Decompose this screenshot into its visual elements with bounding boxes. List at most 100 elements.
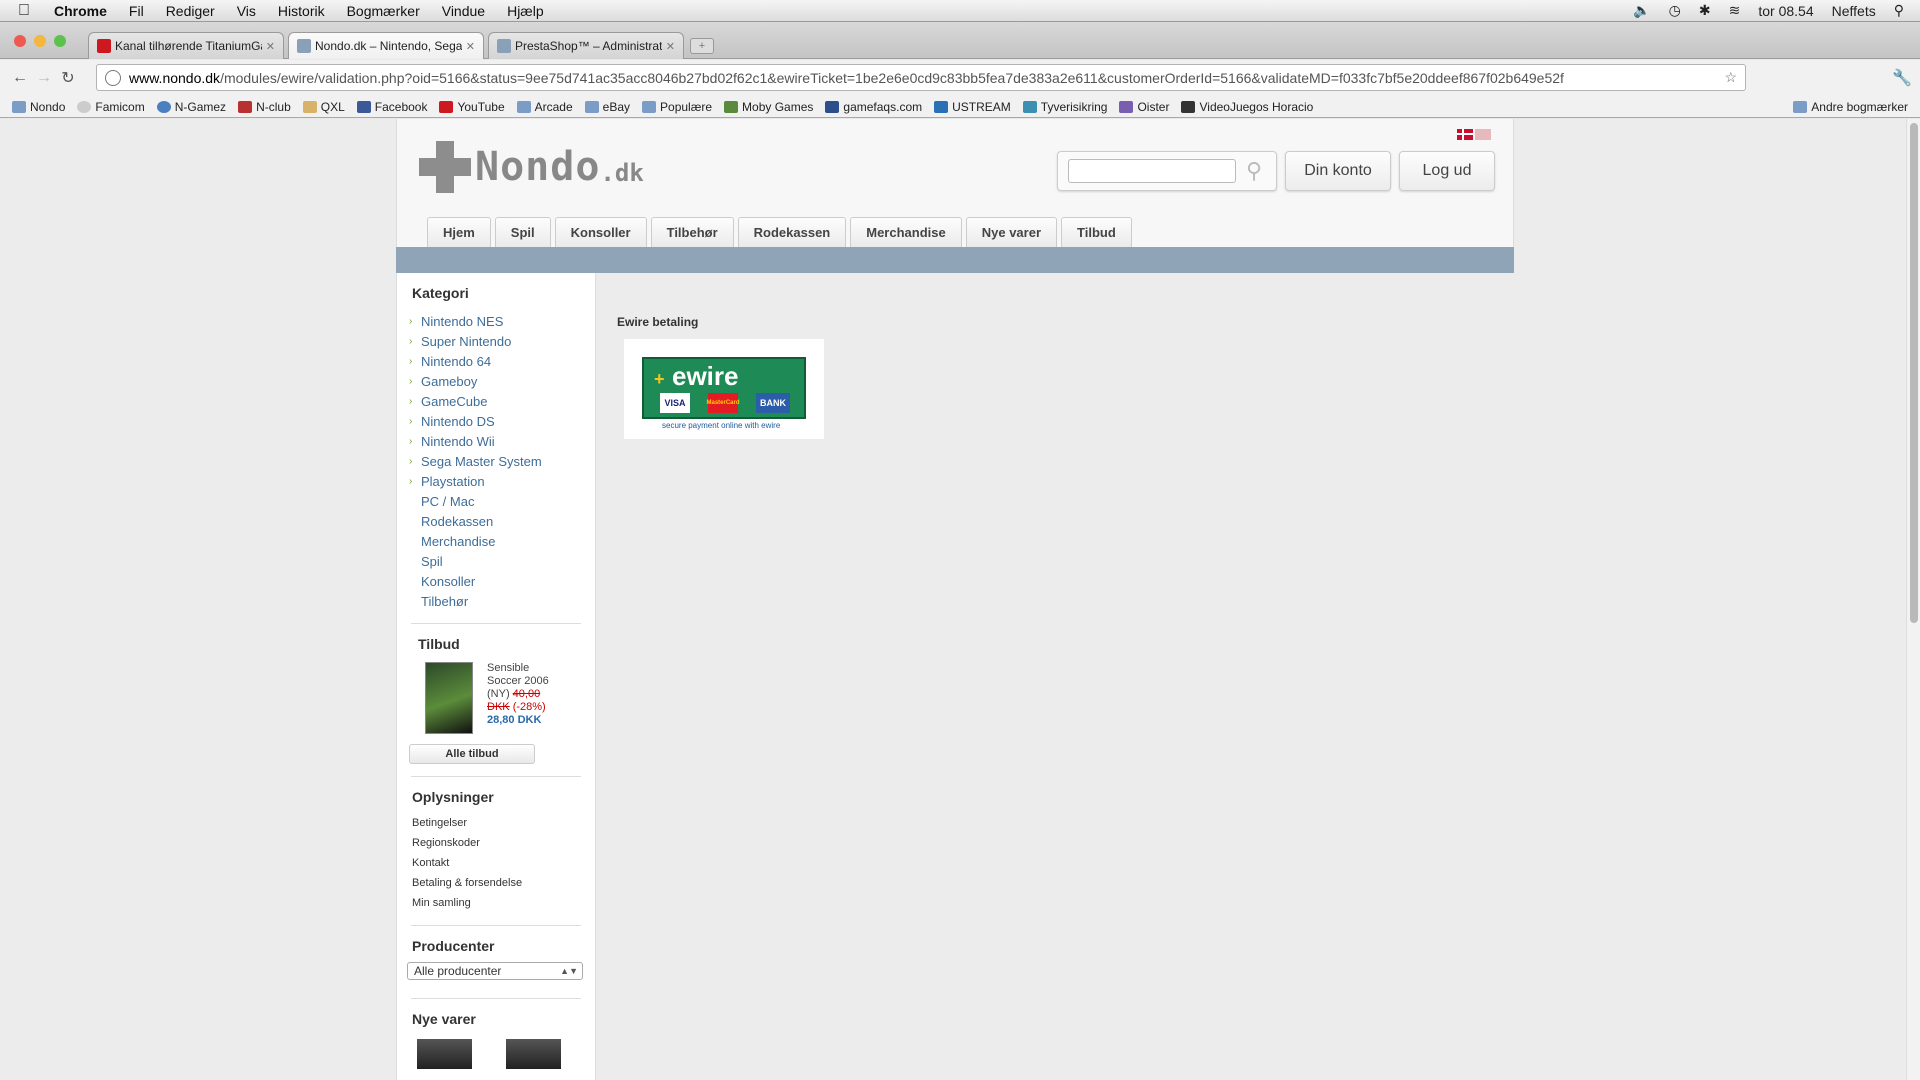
forward-arrow-icon[interactable]: → [32,69,56,87]
nav-rodekassen[interactable]: Rodekassen [737,217,847,247]
ewire-payment-banner[interactable]: + ewire VISA MasterCard BANK secure paym… [624,339,824,439]
menu-vindue[interactable]: Vindue [442,3,485,19]
time-machine-icon[interactable]: ◷ [1669,2,1681,19]
site-logo[interactable]: Nondo .dk [419,141,644,193]
danish-flag-icon[interactable] [1457,129,1473,140]
bookmark-label: Tyverisikring [1040,99,1108,114]
menu-chrome[interactable]: Chrome [54,3,107,19]
bookmark-facebook[interactable]: Facebook [356,100,427,114]
info-link-kontakt[interactable]: Kontakt [412,853,595,873]
wrench-icon[interactable]: 🔧 [1892,68,1912,88]
nav-merchandise[interactable]: Merchandise [850,217,962,247]
category-item[interactable]: › Gameboy [409,371,595,391]
bookmark-n-club[interactable]: N-club [238,100,291,114]
zoom-window-icon[interactable] [54,35,66,47]
nav-konsoller[interactable]: Konsoller [554,217,647,247]
all-offers-button[interactable]: Alle tilbud [409,744,535,764]
tab-prestashop[interactable]: PrestaShop™ – Administratio ✕ [488,32,684,59]
bookmark-label: QXL [320,99,345,114]
category-item[interactable]: Merchandise [409,531,595,551]
bookmark-tyverisikring[interactable]: Tyverisikring [1022,99,1108,114]
tab-close-icon[interactable]: ✕ [666,40,675,53]
category-item[interactable]: Spil [409,551,595,571]
bank-logo: BANK [756,393,790,413]
menu-bogmaerker[interactable]: Bogmærker [347,3,420,19]
scrollbar-thumb[interactable] [1910,123,1918,623]
bookmark-n-gamez[interactable]: N-Gamez [156,100,226,114]
menu-rediger[interactable]: Rediger [166,3,215,19]
info-link-betingelser[interactable]: Betingelser [412,813,595,833]
bookmark-ustream[interactable]: USTREAM [934,100,1011,114]
tab-close-icon[interactable]: ✕ [266,40,275,53]
minimize-window-icon[interactable] [34,35,46,47]
bookmark-oister[interactable]: Oister [1119,100,1169,114]
tab-nondo[interactable]: Nondo.dk – Nintendo, Sega, ✕ [288,32,484,59]
wifi-icon[interactable]: ≋ [1729,2,1741,19]
logout-button[interactable]: Log ud [1399,151,1495,191]
bookmark-qxl[interactable]: QXL [302,99,345,114]
close-window-icon[interactable] [14,35,26,47]
menubar-user[interactable]: Neffets [1832,3,1876,19]
search-icon[interactable]: ⚲ [1246,158,1262,184]
category-item[interactable]: PC / Mac [409,491,595,511]
menu-hjaelp[interactable]: Hjælp [507,3,544,19]
bookmark-youtube[interactable]: YouTube [439,100,505,114]
category-item[interactable]: › Nintendo Wii [409,431,595,451]
english-flag-icon[interactable] [1475,129,1491,140]
bookmark-videojuegos[interactable]: VideoJuegos Horacio [1181,100,1313,114]
category-label: Merchandise [421,533,496,549]
bookmark-populaere[interactable]: Populære [642,100,712,114]
offer-item[interactable]: Sensible Soccer 2006 (NY) 40,00 DKK (-28… [425,662,595,734]
category-item[interactable]: › Super Nintendo [409,331,595,351]
bookmark-arcade[interactable]: Arcade [516,100,573,114]
bookmark-gamefaqs[interactable]: gamefaqs.com [825,100,922,114]
bookmark-ebay[interactable]: eBay [584,100,630,114]
category-item[interactable]: › GameCube [409,391,595,411]
info-link-betaling[interactable]: Betaling & forsendelse [412,873,595,893]
reload-icon[interactable]: ↻ [56,68,80,88]
bookmark-nondo[interactable]: Nondo [12,100,65,114]
category-item[interactable]: › Sega Master System [409,451,595,471]
shield-icon [1022,100,1037,113]
address-bar[interactable]: www.nondo.dk /modules/ewire/validation.p… [96,64,1746,91]
producer-select[interactable]: Alle producenter ▲▼ [407,962,583,980]
menubar-clock[interactable]: tor 08.54 [1758,3,1813,19]
site-header: Nondo .dk ⚲ Din konto Log ud Hjem Spil K… [396,119,1514,247]
page-scrollbar[interactable] [1906,119,1920,1080]
info-link-regionskoder[interactable]: Regionskoder [412,833,595,853]
bookmark-star-icon[interactable]: ☆ [1724,69,1737,86]
nav-tilbehor[interactable]: Tilbehør [650,217,734,247]
tab-youtube[interactable]: Kanal tilhørende TitaniumGa ✕ [88,32,284,59]
category-item[interactable]: › Nintendo NES [409,311,595,331]
new-tab-button[interactable]: + [690,38,714,54]
volume-icon[interactable]: 🔈 [1633,2,1650,19]
nav-tilbud[interactable]: Tilbud [1061,217,1132,247]
category-item[interactable]: Tilbehør [409,591,595,611]
menu-fil[interactable]: Fil [129,3,144,19]
menu-vis[interactable]: Vis [237,3,256,19]
offer-name[interactable]: Sensible Soccer 2006 [487,662,549,687]
account-button[interactable]: Din konto [1285,151,1391,191]
category-item[interactable]: › Nintendo 64 [409,351,595,371]
back-arrow-icon[interactable]: ← [8,69,32,87]
bluetooth-icon[interactable]: ✱ [1699,2,1711,19]
nav-hjem[interactable]: Hjem [427,217,491,247]
category-item[interactable]: › Playstation [409,471,595,491]
category-item[interactable]: › Nintendo DS [409,411,595,431]
new-item-thumbnail[interactable] [417,1039,472,1069]
category-item[interactable]: Konsoller [409,571,595,591]
tab-close-icon[interactable]: ✕ [466,40,475,53]
category-item[interactable]: Rodekassen [409,511,595,531]
apple-icon[interactable]:  [18,2,38,20]
nav-nye-varer[interactable]: Nye varer [965,217,1058,247]
nav-spil[interactable]: Spil [494,217,551,247]
new-item-thumbnail[interactable] [506,1039,561,1069]
other-bookmarks[interactable]: Andre bogmærker [1793,100,1908,114]
spotlight-icon[interactable]: ⚲ [1894,2,1904,19]
search-input[interactable] [1068,159,1236,183]
game-box-image[interactable] [425,662,473,734]
info-link-min-samling[interactable]: Min samling [412,893,595,913]
menu-historik[interactable]: Historik [278,3,325,19]
bookmark-moby-games[interactable]: Moby Games [724,100,813,114]
bookmark-famicom[interactable]: Famicom [77,100,145,114]
